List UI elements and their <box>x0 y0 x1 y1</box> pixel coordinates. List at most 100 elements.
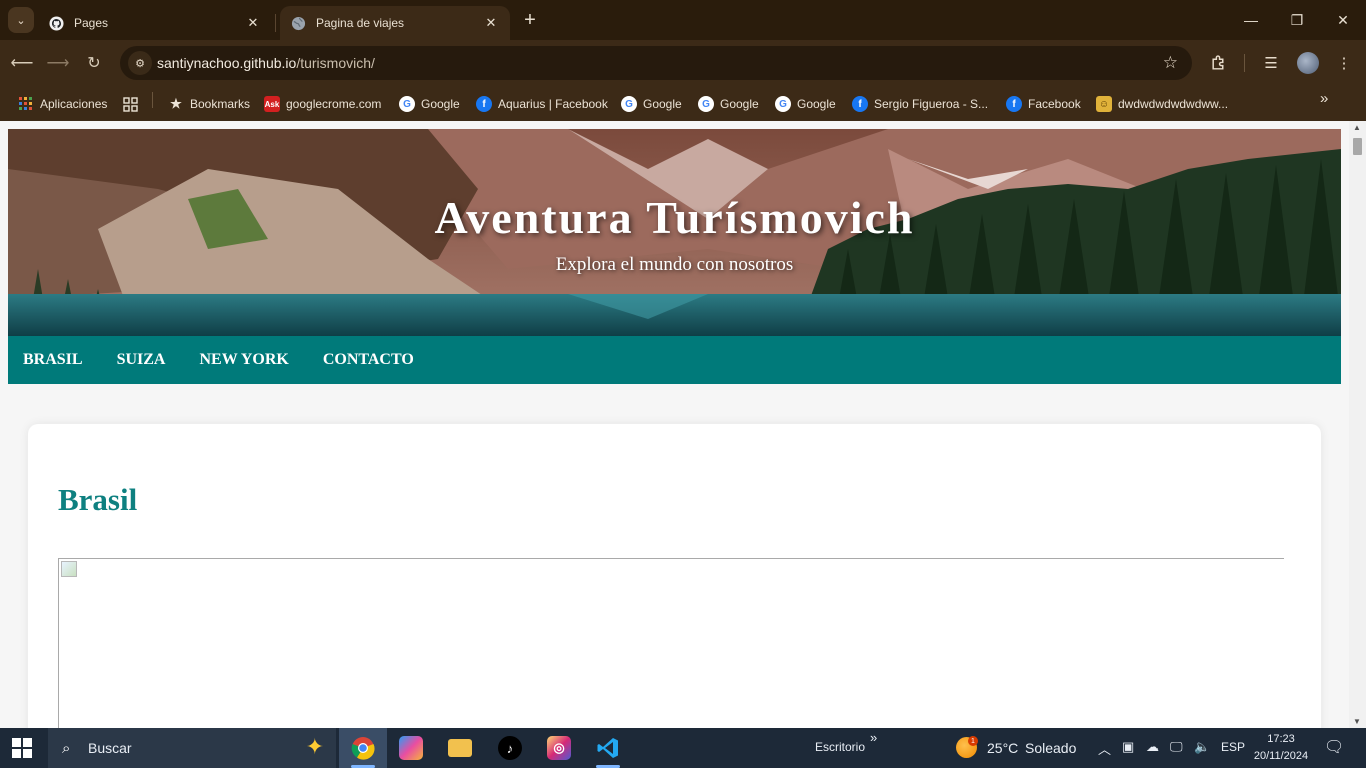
close-icon[interactable]: ✕ <box>244 14 262 32</box>
scroll-up-arrow-icon[interactable]: ▲ <box>1353 123 1361 132</box>
nav-link-suiza[interactable]: SUIZA <box>117 351 166 369</box>
menu-kebab-icon[interactable]: ⋮ <box>1330 49 1358 77</box>
vertical-scrollbar[interactable]: ▲ ▼ <box>1349 121 1366 728</box>
language-indicator[interactable]: ESP <box>1221 740 1245 754</box>
nav-link-new-york[interactable]: NEW YORK <box>199 351 288 369</box>
bookmark-label: Facebook <box>1028 97 1081 111</box>
bookmarks-overflow-chevron-icon[interactable]: » <box>1320 90 1328 107</box>
bookmark-google-2[interactable]: G Google <box>621 92 682 116</box>
media-queue-icon[interactable]: ☰ <box>1257 49 1285 77</box>
tab-pages[interactable]: Pages ✕ <box>38 6 272 40</box>
taskbar-vscode[interactable] <box>584 728 632 768</box>
bookmark-google-4[interactable]: G Google <box>775 92 836 116</box>
bookmark-label: Sergio Figueroa - S... <box>874 97 989 111</box>
window-close-icon[interactable]: ✕ <box>1320 0 1366 40</box>
toolbar-divider <box>1244 54 1245 72</box>
profile-avatar[interactable] <box>1297 52 1319 74</box>
windows-taskbar: ⌕ Buscar ✦ ♪ ◎ Escritorio » 1 25°C Solea… <box>0 728 1366 768</box>
desktop-toolbar-label[interactable]: Escritorio <box>815 740 865 754</box>
tray-chevron-up-icon[interactable]: ︿ <box>1098 739 1111 758</box>
meet-now-icon[interactable]: ▣ <box>1122 739 1134 755</box>
apps-grid-icon <box>18 96 34 112</box>
github-icon <box>48 15 64 31</box>
restore-icon[interactable]: ❐ <box>1274 0 1320 40</box>
desktop-chevron-icon[interactable]: » <box>870 730 877 745</box>
google-icon: G <box>399 96 415 112</box>
taskbar-copilot[interactable] <box>387 728 435 768</box>
bookmark-label: Google <box>421 97 460 111</box>
volume-icon[interactable]: 🔈 <box>1194 739 1210 755</box>
taskbar-chrome[interactable] <box>339 728 387 768</box>
bookmark-google-1[interactable]: G Google <box>399 92 460 116</box>
weather-description[interactable]: Soleado <box>1025 740 1076 756</box>
address-bar[interactable]: ⚙ santiynachoo.github.io/turismovich/ ☆ <box>120 46 1192 80</box>
url-path: /turismovich/ <box>296 55 375 71</box>
facebook-icon: f <box>1006 96 1022 112</box>
network-icon[interactable]: 🖵 <box>1170 739 1183 755</box>
bookmark-label: Google <box>797 97 836 111</box>
tab-search-chevron-icon[interactable]: ⌄ <box>8 7 34 33</box>
copilot-sparkle-icon: ✦ <box>305 734 324 759</box>
bookmark-tab-groups[interactable] <box>122 92 144 116</box>
scrollbar-thumb[interactable] <box>1353 138 1362 155</box>
google-icon: G <box>775 96 791 112</box>
bookmark-label: Aquarius | Facebook <box>498 97 608 111</box>
bookmark-google-3[interactable]: G Google <box>698 92 759 116</box>
bookmark-aplicaciones[interactable]: Aplicaciones <box>18 92 107 116</box>
nav-link-contacto[interactable]: CONTACTO <box>323 351 414 369</box>
close-icon[interactable]: ✕ <box>482 14 500 32</box>
brasil-section: Brasil <box>28 424 1321 728</box>
facebook-icon: f <box>476 96 492 112</box>
bookmark-label: Aplicaciones <box>40 97 108 111</box>
windows-start-icon[interactable] <box>12 738 32 758</box>
bookmark-aquarius-facebook[interactable]: f Aquarius | Facebook <box>476 92 608 116</box>
google-icon: G <box>621 96 637 112</box>
clock-time: 17:23 <box>1267 733 1295 745</box>
search-icon: ⌕ <box>62 739 71 757</box>
taskbar-file-explorer[interactable] <box>436 728 484 768</box>
globe-icon <box>290 15 306 31</box>
page-viewport: Aventura Turísmovich Explora el mundo co… <box>0 121 1366 728</box>
bookmark-star-icon[interactable]: ☆ <box>1163 53 1178 73</box>
bookmark-label: Bookmarks <box>190 97 251 111</box>
tab-pagina-de-viajes[interactable]: Pagina de viajes ✕ <box>280 6 510 40</box>
tab-strip: ⌄ Pages ✕ Pagina de viajes ✕ + — ❐ ✕ <box>0 0 1366 40</box>
site-info-icon[interactable]: ⚙ <box>128 51 152 75</box>
forward-arrow-icon[interactable]: ⟶ <box>44 49 72 77</box>
bookmark-label: googlecrome.com <box>286 97 382 111</box>
hero-banner: Aventura Turísmovich Explora el mundo co… <box>8 129 1341 336</box>
taskbar-search-box[interactable]: ⌕ Buscar ✦ <box>48 728 336 768</box>
facebook-icon: f <box>852 96 868 112</box>
bookmark-googlecrome[interactable]: Ask googlecrome.com <box>264 92 381 116</box>
broken-image-icon <box>61 561 77 577</box>
vscode-icon <box>597 738 618 758</box>
tab-title: Pagina de viajes <box>316 16 405 30</box>
bookmark-favicon-icon: ☺ <box>1096 96 1112 112</box>
google-icon: G <box>698 96 714 112</box>
bookmark-bookmarks[interactable]: ★ Bookmarks <box>168 92 250 116</box>
notifications-icon[interactable]: 🗨 <box>1324 737 1344 757</box>
minimize-icon[interactable]: — <box>1228 0 1274 40</box>
weather-badge: 1 <box>968 736 978 746</box>
extensions-puzzle-icon[interactable] <box>1204 49 1232 77</box>
url-domain: santiynachoo.github.io <box>157 55 297 71</box>
url-text[interactable]: santiynachoo.github.io/turismovich/ <box>157 55 375 71</box>
weather-temperature[interactable]: 25°C <box>987 740 1018 756</box>
taskbar-tiktok[interactable]: ♪ <box>486 728 534 768</box>
back-arrow-icon[interactable]: ⟵ <box>8 49 36 77</box>
nav-link-brasil[interactable]: BRASIL <box>23 351 83 369</box>
bookmark-sergio-figueroa[interactable]: f Sergio Figueroa - S... <box>852 92 988 116</box>
bookmark-facebook[interactable]: f Facebook <box>1006 92 1081 116</box>
reload-icon[interactable]: ↻ <box>80 49 108 77</box>
section-title: Brasil <box>58 482 138 517</box>
bookmark-dwdw[interactable]: ☺ dwdwdwdwdwdww... <box>1096 92 1228 116</box>
new-tab-plus-icon[interactable]: + <box>518 8 542 32</box>
taskbar-instagram[interactable]: ◎ <box>535 728 583 768</box>
star-icon: ★ <box>170 96 182 111</box>
system-clock[interactable]: 17:23 20/11/2024 <box>1246 731 1316 765</box>
copilot-icon <box>399 736 423 760</box>
onedrive-icon[interactable]: ☁ <box>1146 739 1159 755</box>
ask-icon: Ask <box>264 96 280 112</box>
bookmarks-divider <box>152 92 153 108</box>
scroll-down-arrow-icon[interactable]: ▼ <box>1353 717 1361 726</box>
